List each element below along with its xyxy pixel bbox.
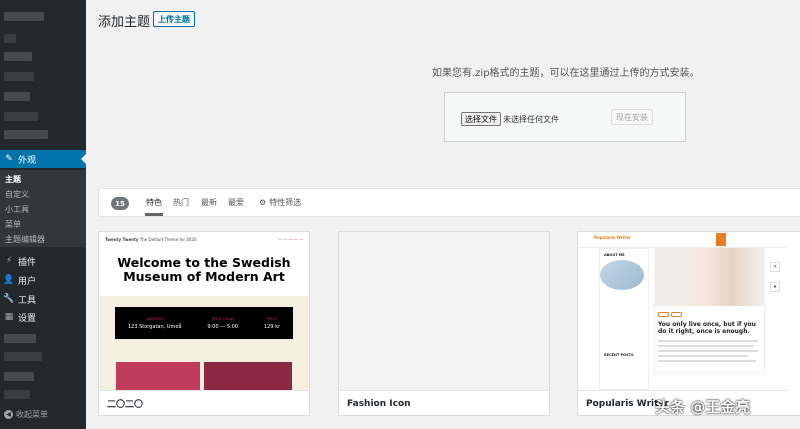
preview-site-name: Twenty Twenty (105, 237, 139, 242)
preview-text-line (658, 345, 754, 347)
theme-name: 二〇二〇 (99, 390, 309, 415)
preview-text-line (658, 340, 758, 342)
preview-tag (658, 312, 669, 317)
blurred-menu-item[interactable] (4, 34, 16, 43)
collapse-menu-label: 收起菜单 (16, 410, 48, 419)
preview-menu-block (716, 233, 726, 246)
appearance-submenu: 主题 自定义 小工具 菜单 主题编辑器 (0, 170, 86, 247)
tab-latest[interactable]: 最新 (201, 197, 217, 208)
install-now-button[interactable]: 现在安装 (611, 109, 653, 125)
preview-post-headline: You only live once, but if you do it rig… (658, 321, 756, 335)
admin-sidebar: ✎ 外观 主题 自定义 小工具 菜单 主题编辑器 ⚡ 插件 👤 用户 🔧 工具 … (0, 0, 86, 429)
theme-screenshot[interactable]: Popularis Writer ABOUT ME RECENT POSTS Y… (578, 232, 800, 390)
blurred-menu-item[interactable] (4, 52, 32, 61)
preview-about-heading: ABOUT ME (604, 253, 625, 257)
menu-appearance-label: 外观 (18, 155, 37, 166)
preview-star-icon: ★ (770, 282, 780, 292)
preview-info-block: ADDRESS 123 Storgatan, Umeå OPEN TODAY 9… (115, 307, 293, 339)
blurred-menu-item[interactable] (4, 390, 30, 399)
submenu-widgets[interactable]: 小工具 (5, 204, 29, 215)
theme-screenshot[interactable]: Twenty Twenty The Default Theme for 2020… (99, 232, 309, 390)
blurred-menu-item[interactable] (4, 334, 36, 343)
watermark: 头条 @王金亮 (655, 398, 751, 416)
brush-icon: ✎ (5, 154, 13, 164)
menu-tools-label: 工具 (18, 295, 37, 306)
preview-header: Twenty Twenty The Default Theme for 2020… (105, 237, 303, 242)
theme-name: Fashion Icon (339, 390, 549, 415)
preview-close-icon: ✕ (770, 262, 780, 272)
preview-text-line (658, 350, 758, 352)
no-file-chosen-text: 未选择任何文件 (503, 115, 559, 124)
page-title: 添加主题 (98, 15, 151, 30)
menu-settings[interactable]: ▦ 设置 (0, 308, 86, 326)
preview-text-line (658, 355, 748, 357)
tab-featured[interactable]: 特色 (145, 197, 163, 216)
submenu-theme-editor[interactable]: 主题编辑器 (5, 234, 45, 245)
menu-users-label: 用户 (18, 276, 37, 287)
user-icon: 👤 (3, 275, 15, 285)
preview-info-value: 123 Storgatan, Umeå (127, 323, 182, 330)
collapse-menu[interactable]: ◀ 收起菜单 (4, 409, 48, 420)
preview-info-head: ADDRESS (146, 316, 164, 321)
blurred-menu-item[interactable] (4, 92, 30, 101)
theme-count-badge: 15 (111, 197, 129, 210)
preview-info-value: 9:00 — 5:00 (207, 323, 239, 330)
preview-info-value: 129 kr (263, 323, 281, 330)
theme-filter-bar: 15 特色 热门 最新 最爱 ⚙ 特性筛选 (98, 188, 800, 217)
preview-info-head: OPEN TODAY (211, 316, 235, 321)
theme-card-twenty-twenty[interactable]: Twenty Twenty The Default Theme for 2020… (98, 231, 310, 416)
preview-tag (671, 312, 682, 317)
blurred-menu-item[interactable] (4, 72, 34, 81)
gear-icon: ⚙ (259, 198, 267, 207)
wrench-icon: 🔧 (3, 294, 15, 304)
upload-form: 选择文件 未选择任何文件 现在安装 (444, 92, 686, 142)
theme-card-fashion-icon[interactable]: Fashion Icon (338, 231, 550, 416)
tab-favorites[interactable]: 最爱 (228, 197, 244, 208)
preview-logo: Popularis Writer (594, 235, 631, 240)
preview-recent-heading: RECENT POSTS (604, 353, 634, 357)
collapse-arrow-icon: ◀ (4, 410, 13, 419)
menu-settings-label: 设置 (18, 313, 37, 324)
blurred-menu-item[interactable] (4, 130, 48, 139)
preview-avatar (600, 260, 644, 290)
theme-card-popularis-writer[interactable]: Popularis Writer ABOUT ME RECENT POSTS Y… (577, 231, 800, 416)
menu-tools[interactable]: 🔧 工具 (0, 290, 86, 308)
preview-image-block (116, 362, 200, 390)
submenu-themes[interactable]: 主题 (5, 174, 21, 185)
tab-popular[interactable]: 热门 (173, 197, 189, 208)
preview-post-image (654, 248, 765, 306)
submenu-menus[interactable]: 菜单 (5, 219, 21, 230)
preview-tagline: The Default Theme for 2020 (139, 237, 197, 242)
preview-nav-dots: — — — — — (277, 237, 303, 242)
upload-theme-button[interactable]: 上传主题 (153, 11, 195, 27)
upload-help-text: 如果您有.zip格式的主题，可以在这里通过上传的方式安装。 (432, 68, 700, 79)
menu-plugins-label: 插件 (18, 257, 37, 268)
preview-text-line (658, 360, 756, 362)
submenu-customize[interactable]: 自定义 (5, 189, 29, 200)
feature-filter-button[interactable]: ⚙ 特性筛选 (259, 197, 301, 208)
choose-file-button[interactable]: 选择文件 (461, 112, 501, 126)
menu-users[interactable]: 👤 用户 (0, 271, 86, 289)
blurred-menu-item[interactable] (4, 372, 34, 381)
settings-icon: ▦ (4, 312, 14, 322)
preview-hero-title: Welcome to the Swedish Museum of Modern … (117, 255, 291, 284)
blurred-menu-item[interactable] (4, 12, 44, 21)
menu-plugins[interactable]: ⚡ 插件 (0, 252, 86, 270)
menu-appearance[interactable]: ✎ 外观 (0, 150, 86, 168)
blurred-menu-item[interactable] (4, 352, 42, 361)
preview-info-head: PRICE (266, 316, 278, 321)
preview-info-col: PRICE 129 kr (264, 317, 280, 330)
plug-icon: ⚡ (5, 256, 13, 266)
feature-filter-label: 特性筛选 (269, 198, 302, 207)
preview-info-col: OPEN TODAY 9:00 — 5:00 (207, 317, 238, 330)
preview-image-block (204, 362, 292, 390)
theme-screenshot[interactable] (339, 232, 549, 390)
blurred-menu-item[interactable] (4, 112, 38, 121)
preview-info-col: ADDRESS 123 Storgatan, Umeå (128, 317, 182, 330)
